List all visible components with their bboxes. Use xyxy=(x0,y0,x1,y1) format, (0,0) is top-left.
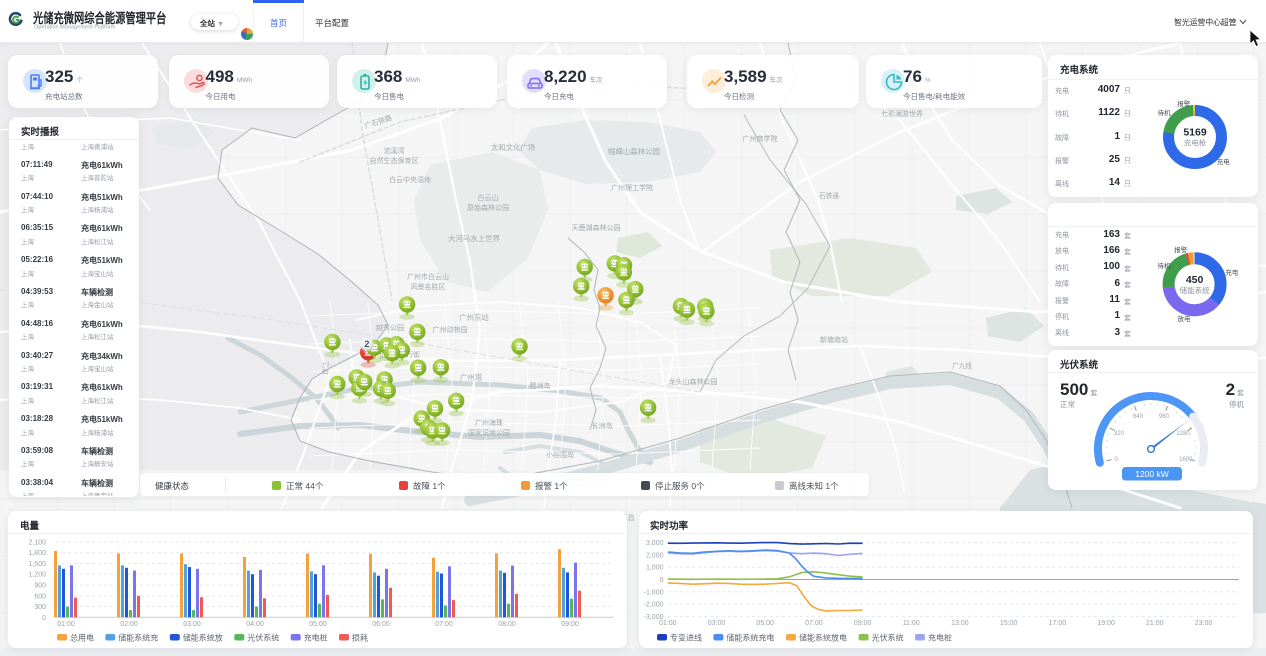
svg-text:320: 320 xyxy=(1114,431,1125,437)
svg-text:01:00: 01:00 xyxy=(659,620,677,627)
svg-text:450: 450 xyxy=(1186,274,1204,286)
svg-text:天鹿湖森林公园: 天鹿湖森林公园 xyxy=(572,223,621,232)
svg-text:5169: 5169 xyxy=(1183,126,1207,138)
svg-text:损耗: 损耗 xyxy=(352,633,368,643)
svg-text:充电: 充电 xyxy=(1217,157,1231,166)
svg-text:05:00: 05:00 xyxy=(756,620,774,627)
svg-text:09:00: 09:00 xyxy=(561,621,579,628)
svg-text:太和文化广场: 太和文化广场 xyxy=(491,143,535,152)
svg-text:储能系统放电: 储能系统放电 xyxy=(799,633,847,643)
svg-text:0: 0 xyxy=(42,615,46,622)
svg-text:广州塔: 广州塔 xyxy=(460,373,483,382)
svg-text:09:00: 09:00 xyxy=(854,620,872,627)
svg-text:21:00: 21:00 xyxy=(1146,620,1164,627)
svg-text:白云山: 白云山 xyxy=(478,193,499,202)
svg-text:广州海珠: 广州海珠 xyxy=(475,418,503,427)
svg-text:07:00: 07:00 xyxy=(805,620,823,627)
svg-text:15:00: 15:00 xyxy=(1000,620,1018,627)
svg-text:白云中央湿地: 白云中央湿地 xyxy=(389,175,431,184)
svg-text:19:00: 19:00 xyxy=(1097,620,1115,627)
svg-text:23:00: 23:00 xyxy=(1195,620,1213,627)
svg-text:充电枪: 充电枪 xyxy=(1184,137,1207,147)
svg-text:17:00: 17:00 xyxy=(1049,620,1067,627)
svg-text:国家湿地公园: 国家湿地公园 xyxy=(468,428,510,437)
svg-text:报警: 报警 xyxy=(1177,99,1191,108)
svg-text:待机: 待机 xyxy=(1158,261,1172,270)
svg-text:光伏系统: 光伏系统 xyxy=(872,633,904,643)
svg-text:七彩澜游世界: 七彩澜游世界 xyxy=(881,109,923,118)
svg-text:2: 2 xyxy=(364,339,369,349)
svg-text:自然生态保育区: 自然生态保育区 xyxy=(370,156,419,165)
svg-text:石铁通: 石铁通 xyxy=(819,191,839,200)
svg-text:3,000: 3,000 xyxy=(646,540,664,547)
svg-text:长洲岛: 长洲岛 xyxy=(592,421,613,430)
svg-text:总用电: 总用电 xyxy=(70,633,94,643)
svg-text:充电桩: 充电桩 xyxy=(928,633,952,643)
svg-text:帽峰山森林公园: 帽峰山森林公园 xyxy=(608,147,660,156)
svg-text:2,000: 2,000 xyxy=(646,552,664,559)
svg-text:1280: 1280 xyxy=(1176,431,1190,437)
svg-text:-1,000: -1,000 xyxy=(644,589,664,596)
svg-text:小谷围岛: 小谷围岛 xyxy=(546,450,574,459)
svg-text:专变进线: 专变进线 xyxy=(670,633,702,643)
svg-text:龙头山森林公园: 龙头山森林公园 xyxy=(669,377,718,386)
svg-text:光伏系统: 光伏系统 xyxy=(247,633,279,643)
svg-text:琶洲岛: 琶洲岛 xyxy=(530,381,551,390)
svg-text:广州理工学院: 广州理工学院 xyxy=(611,183,653,192)
svg-text:待机: 待机 xyxy=(1158,108,1172,117)
svg-text:大河马水上世界: 大河马水上世界 xyxy=(448,234,500,243)
svg-text:04:00: 04:00 xyxy=(246,621,264,628)
svg-text:广州商学院: 广州商学院 xyxy=(743,134,778,143)
svg-text:600: 600 xyxy=(34,593,46,600)
svg-text:储能系统: 储能系统 xyxy=(1180,285,1210,295)
svg-text:新塘南站: 新塘南站 xyxy=(820,335,848,344)
svg-text:充电: 充电 xyxy=(1225,268,1239,277)
svg-text:0: 0 xyxy=(660,577,664,584)
svg-text:广州动物园: 广州动物园 xyxy=(433,325,468,334)
svg-text:11:00: 11:00 xyxy=(903,620,920,627)
svg-text:300: 300 xyxy=(34,604,46,611)
svg-text:900: 900 xyxy=(34,583,46,590)
svg-text:储能系统充电: 储能系统充电 xyxy=(726,633,774,643)
svg-text:06:00: 06:00 xyxy=(372,621,390,628)
svg-text:03:00: 03:00 xyxy=(708,620,726,627)
svg-text:储能系统充: 储能系统充 xyxy=(118,633,158,643)
svg-text:13:00: 13:00 xyxy=(951,620,969,627)
svg-text:0: 0 xyxy=(1115,457,1119,463)
svg-text:1,000: 1,000 xyxy=(646,565,664,572)
svg-text:放电: 放电 xyxy=(1178,314,1192,323)
svg-text:风景名胜区: 风景名胜区 xyxy=(411,282,446,291)
svg-text:广九线: 广九线 xyxy=(952,361,972,370)
svg-text:报警: 报警 xyxy=(1174,245,1188,254)
svg-text:01:00: 01:00 xyxy=(57,621,75,628)
svg-text:广州市白云山: 广州市白云山 xyxy=(407,272,449,281)
svg-text:640: 640 xyxy=(1133,414,1144,420)
svg-text:1200 kW: 1200 kW xyxy=(1135,469,1169,479)
svg-text:原始森林公园: 原始森林公园 xyxy=(467,203,509,212)
svg-text:1,800: 1,800 xyxy=(28,550,46,557)
svg-text:1600: 1600 xyxy=(1179,457,1193,463)
svg-text:05:00: 05:00 xyxy=(309,621,327,628)
svg-text:07:00: 07:00 xyxy=(435,621,453,628)
svg-text:-2,000: -2,000 xyxy=(644,602,664,609)
svg-text:珠江: 珠江 xyxy=(321,361,330,375)
svg-text:08:00: 08:00 xyxy=(498,621,516,628)
svg-text:960: 960 xyxy=(1159,414,1170,420)
svg-text:2,100: 2,100 xyxy=(28,539,46,546)
svg-text:越秀公园: 越秀公园 xyxy=(376,323,404,332)
svg-text:03:00: 03:00 xyxy=(183,621,201,628)
svg-text:02:00: 02:00 xyxy=(120,621,138,628)
svg-text:充电桩: 充电桩 xyxy=(304,633,328,643)
svg-text:1,200: 1,200 xyxy=(28,572,46,579)
svg-text:流溪湾: 流溪湾 xyxy=(384,146,405,155)
svg-text:广州东站: 广州东站 xyxy=(459,313,489,322)
svg-text:1,500: 1,500 xyxy=(28,561,46,568)
svg-text:储能系统放: 储能系统放 xyxy=(183,633,223,643)
